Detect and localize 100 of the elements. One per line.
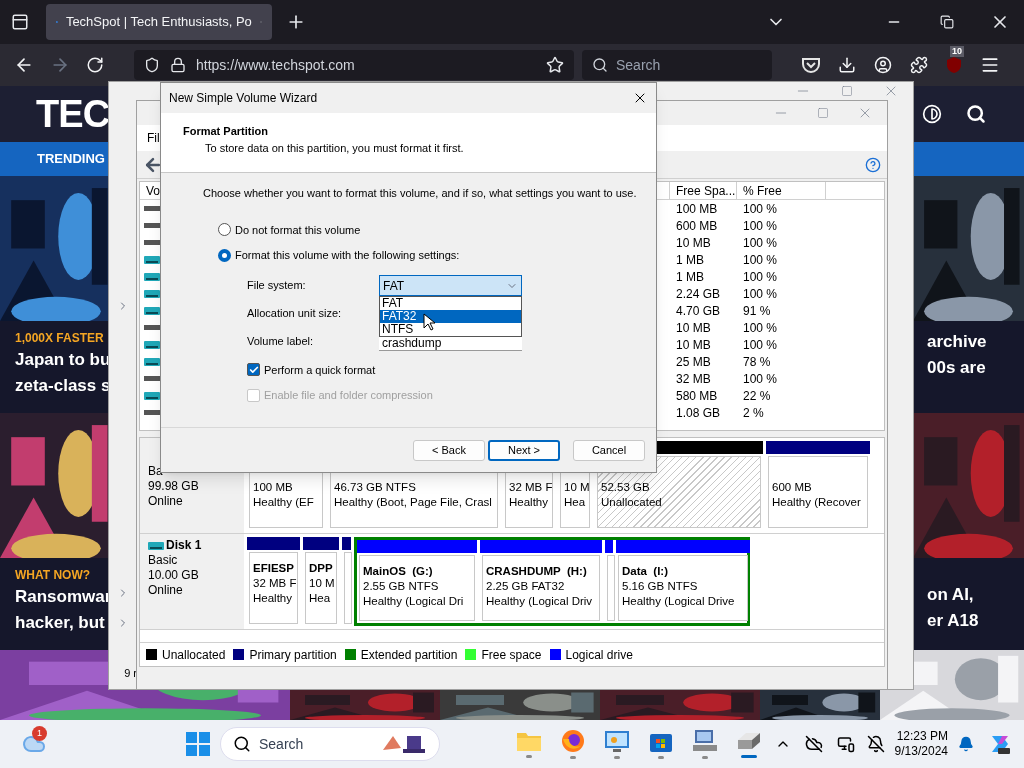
nav-link[interactable]: TRENDING xyxy=(37,149,105,169)
table-cell-text: 100 % xyxy=(742,285,779,303)
partition-block[interactable]: MainOS (G:) 2.55 GB NTFS Healthy (Logical Dri xyxy=(359,555,475,621)
table-cell-text: 4.70 GB xyxy=(675,302,722,320)
checkbox-label: Perform a quick format xyxy=(264,362,376,378)
address-bar[interactable]: https://www.techspot.com xyxy=(134,50,574,80)
url-text: https://www.techspot.com xyxy=(196,55,356,75)
file-system-dropdown[interactable]: FAT xyxy=(379,275,522,296)
dropdown-option[interactable]: FAT xyxy=(380,297,521,310)
extension-badge: 10 xyxy=(950,46,964,57)
legend-label: Logical drive xyxy=(565,646,633,664)
table-cell-text: 22 % xyxy=(742,387,772,405)
field-label: File system: xyxy=(247,278,307,294)
disk-info: Online xyxy=(148,583,184,598)
search-placeholder: Search xyxy=(259,734,305,754)
partition-text: 2.25 GB FAT32 xyxy=(486,579,566,594)
table-cell-text: 1.08 GB xyxy=(675,404,722,422)
disk-label-panel[interactable]: Disk 1 Basic 10.00 GB Online xyxy=(140,534,244,629)
disk-info: Basic xyxy=(148,553,179,568)
field-label: Allocation unit size: xyxy=(247,306,343,322)
site-logo[interactable]: TEC xyxy=(36,85,110,143)
partition-block[interactable]: EFIESP 32 MB F Healthy xyxy=(249,552,298,624)
story-headline[interactable]: Ransomwar xyxy=(15,584,112,610)
partition-text: Healthy (Logical Dri xyxy=(363,594,465,609)
partition-text: Healthy (Logical Driv xyxy=(486,594,594,609)
wizard-heading: Format Partition xyxy=(183,124,269,139)
table-cell-text: 100 % xyxy=(742,200,779,218)
checkbox-label: Enable file and folder compression xyxy=(264,388,433,403)
table-cell-text: 25 MB xyxy=(675,353,712,371)
partition-name: DPP xyxy=(309,561,333,576)
partition-text: Healthy (EF xyxy=(253,495,315,510)
partition-text: Healthy (Logical Drive xyxy=(622,594,736,609)
table-cell-text: 1 MB xyxy=(675,268,705,286)
table-cell-text: 32 MB xyxy=(675,370,712,388)
wizard-subheading: To store data on this partition, you must format it first. xyxy=(204,140,465,156)
table-cell-text: 100 % xyxy=(742,370,779,388)
column-header[interactable]: Free Spa... xyxy=(670,182,737,199)
story-headline[interactable]: on AI, xyxy=(927,582,1024,608)
table-cell-text: 100 % xyxy=(742,234,779,252)
partition-text: Unallocated xyxy=(601,495,663,510)
dialog-button[interactable]: Cancel xyxy=(573,439,645,461)
column-header[interactable]: % Free xyxy=(737,182,826,199)
partition-block[interactable]: Data (I:) 5.16 GB NTFS Healthy (Logical Drive xyxy=(618,555,748,621)
partition-text: Hea xyxy=(309,591,332,606)
partition-block[interactable]: DPP 10 M Hea xyxy=(305,552,337,624)
table-cell-text: 10 MB xyxy=(675,319,712,337)
radio-label: Do not format this volume xyxy=(235,222,361,238)
dropdown-option[interactable]: FAT32 xyxy=(380,310,521,323)
partition-name: MainOS (G:) xyxy=(363,564,434,579)
instruction-text: Choose whether you want to format this volume, and if so, what settings you want to use. xyxy=(203,186,638,201)
table-cell-text: 1 MB xyxy=(675,251,705,269)
story-headline[interactable]: 00s are xyxy=(927,355,1024,381)
partition-block[interactable]: 52.53 GB Unallocated xyxy=(597,456,761,528)
partition-text: 600 MB xyxy=(772,480,813,495)
field-label: Volume label: xyxy=(247,334,315,350)
table-cell-text: 100 % xyxy=(742,251,779,269)
story-headline[interactable]: hacker, but xyxy=(15,610,112,636)
table-cell-text: 100 % xyxy=(742,319,779,337)
story-headline[interactable]: archive xyxy=(927,329,1024,355)
partition-text: Healthy (Recover xyxy=(772,495,862,510)
partition-name: EFIESP xyxy=(253,561,294,576)
table-cell-text: 10 MB xyxy=(675,336,712,354)
partition-text: 100 MB xyxy=(253,480,294,495)
dialog-button[interactable]: < Back xyxy=(413,439,485,461)
story-tag: WHAT NOW? xyxy=(15,566,112,584)
search-placeholder: Search xyxy=(616,55,661,75)
tab-title: TechSpot | Tech Enthusiasts, Po xyxy=(65,13,252,32)
taskbar-search[interactable]: Search xyxy=(220,727,440,761)
table-cell-text: 600 MB xyxy=(675,217,719,235)
table-cell-text: 2 % xyxy=(742,404,765,422)
story-tag: 1,000X FASTER xyxy=(15,329,112,347)
partition-text: 5.16 GB NTFS xyxy=(622,579,699,594)
menu-item[interactable]: Fil xyxy=(147,129,160,147)
dialog-title: New Simple Volume Wizard xyxy=(169,90,319,107)
partition-text: 10 M xyxy=(309,576,333,591)
story-headline[interactable]: er A18 xyxy=(927,608,1024,634)
partition-text: Healthy (Boot, Page File, Crasl xyxy=(334,495,493,510)
table-cell-text: 100 % xyxy=(742,336,779,354)
table-cell-text: 2.24 GB xyxy=(675,285,722,303)
table-cell-text: 100 MB xyxy=(675,200,719,218)
partition-text: 46.73 GB NTFS xyxy=(334,480,417,495)
partition-block[interactable]: 600 MB Healthy (Recover xyxy=(768,456,868,528)
partition-block[interactable]: CRASHDUMP (H:) 2.25 GB FAT32 Healthy (Logical Driv xyxy=(482,555,600,621)
disk-info: 10.00 GB xyxy=(148,568,200,583)
table-cell-text: 10 MB xyxy=(675,234,712,252)
browser-tab[interactable]: TechSpot | Tech Enthusiasts, Po xyxy=(46,4,272,40)
dialog-button[interactable]: Next > xyxy=(488,439,560,461)
partition-text: Hea xyxy=(564,495,586,510)
table-cell-text: 91 % xyxy=(742,302,772,320)
disk-info: Online xyxy=(148,494,184,509)
partition-name: CRASHDUMP (H:) xyxy=(486,564,588,579)
partition-text: 52.53 GB xyxy=(601,480,651,495)
table-cell-text: 100 % xyxy=(742,268,779,286)
table-cell-text: 100 % xyxy=(742,217,779,235)
table-cell-text: 580 MB xyxy=(675,387,719,405)
partition-text: 2.55 GB NTFS xyxy=(363,579,440,594)
radio-label: Format this volume with the following settings: xyxy=(235,248,460,263)
search-field[interactable]: Search xyxy=(582,50,772,80)
clock[interactable]: 12:23 PM 9/13/2024 xyxy=(894,729,948,759)
partition-text: 32 MB F xyxy=(253,576,294,591)
